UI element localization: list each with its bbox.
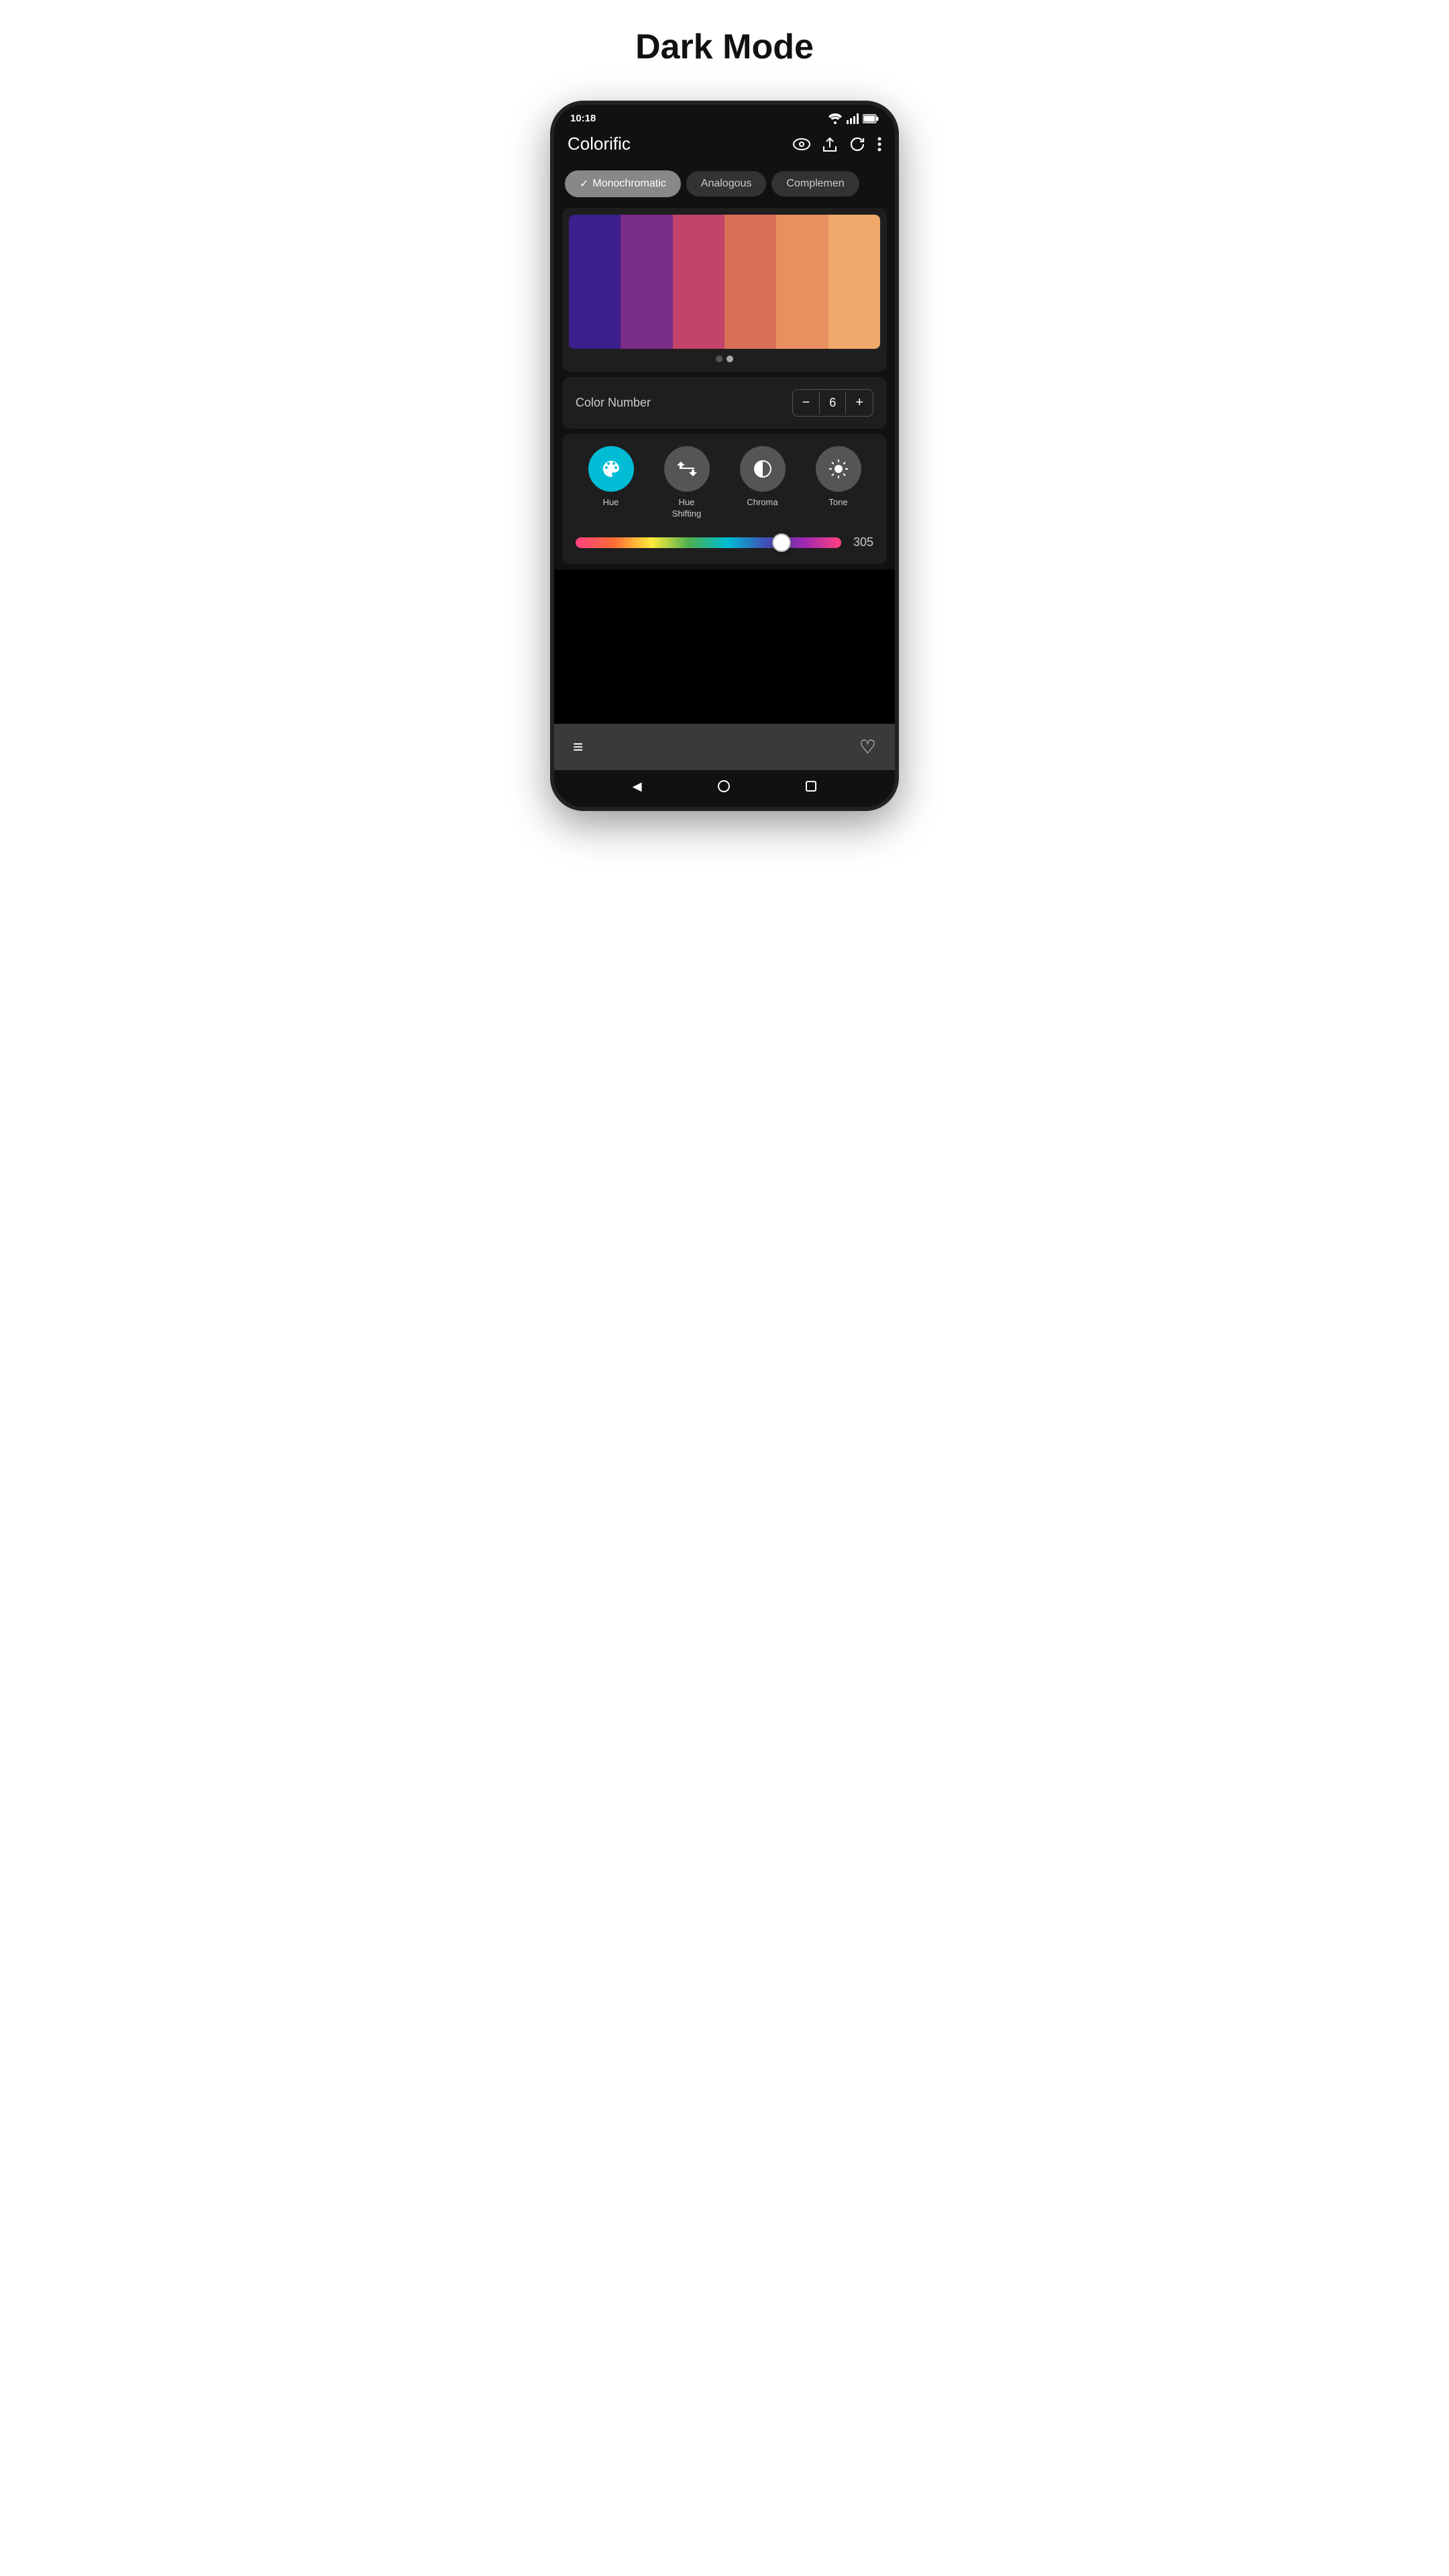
- status-bar: 10:18: [554, 105, 895, 127]
- tone-circle[interactable]: [816, 446, 861, 492]
- slider-value: 305: [849, 535, 873, 549]
- control-hue[interactable]: Hue: [588, 446, 634, 508]
- heart-icon[interactable]: ♡: [859, 736, 876, 758]
- arrows-icon: [677, 462, 697, 476]
- stepper-minus-btn[interactable]: −: [793, 390, 820, 416]
- swatch-6[interactable]: [828, 215, 880, 349]
- chroma-icon: [753, 459, 773, 479]
- chroma-circle[interactable]: [740, 446, 786, 492]
- controls-card: Hue Hue Shifting Chro: [562, 434, 887, 564]
- swatch-3[interactable]: [673, 215, 724, 349]
- palette-card: [562, 208, 887, 372]
- bottom-nav-bar: ≡ ♡: [554, 724, 895, 770]
- swatch-4[interactable]: [724, 215, 776, 349]
- battery-icon: [863, 114, 879, 123]
- refresh-icon[interactable]: [849, 136, 865, 152]
- phone-frame: 10:18 Colorific: [550, 101, 899, 811]
- eye-icon[interactable]: [793, 138, 810, 151]
- stepper-plus-btn[interactable]: +: [846, 390, 873, 416]
- page-title: Dark Mode: [635, 27, 814, 67]
- black-fill-area: [554, 570, 895, 724]
- app-bar: Colorific: [554, 127, 895, 165]
- control-chroma[interactable]: Chroma: [740, 446, 786, 508]
- color-number-label: Color Number: [576, 396, 651, 410]
- list-icon[interactable]: ≡: [573, 737, 583, 757]
- wifi-icon: [828, 113, 843, 124]
- signal-icon: [847, 113, 859, 124]
- hue-slider-thumb[interactable]: [772, 533, 791, 552]
- checkmark-icon: ✓: [580, 177, 588, 191]
- palette-icon: [600, 458, 622, 480]
- hue-label: Hue: [603, 497, 619, 508]
- app-bar-icons: [793, 136, 881, 153]
- control-tone[interactable]: Tone: [816, 446, 861, 508]
- more-icon[interactable]: [877, 136, 881, 152]
- control-hue-shifting[interactable]: Hue Shifting: [664, 446, 710, 520]
- tab-complementary[interactable]: Complemen: [771, 171, 859, 197]
- android-nav-bar: ◀: [554, 770, 895, 807]
- app-bar-title: Colorific: [568, 133, 631, 154]
- swatch-2[interactable]: [621, 215, 672, 349]
- slider-row: 305: [573, 533, 876, 552]
- color-number-stepper: − 6 +: [792, 389, 873, 417]
- hue-slider[interactable]: [576, 533, 841, 552]
- page-title-container: Dark Mode: [635, 27, 814, 101]
- nav-home-btn[interactable]: [718, 780, 730, 792]
- nav-back-btn[interactable]: ◀: [633, 780, 642, 794]
- hue-shifting-label: Hue Shifting: [672, 497, 701, 520]
- swatch-5[interactable]: [776, 215, 828, 349]
- tone-label: Tone: [828, 497, 847, 508]
- stepper-value: 6: [819, 392, 846, 414]
- status-icons: [828, 113, 879, 124]
- status-time: 10:18: [570, 113, 596, 124]
- control-buttons-row: Hue Hue Shifting Chro: [573, 446, 876, 520]
- tabs-row: ✓ Monochromatic Analogous Complemen: [554, 165, 895, 205]
- hue-slider-track: [576, 537, 841, 548]
- dot-2[interactable]: [727, 356, 733, 362]
- color-number-card: Color Number − 6 +: [562, 377, 887, 429]
- tab-analogous[interactable]: Analogous: [686, 171, 767, 197]
- chroma-label: Chroma: [747, 497, 777, 508]
- hue-shifting-circle[interactable]: [664, 446, 710, 492]
- dot-1[interactable]: [716, 356, 722, 362]
- share-icon[interactable]: [822, 136, 837, 153]
- nav-recents-btn[interactable]: [806, 781, 816, 792]
- pagination-dots: [569, 349, 880, 365]
- tone-icon: [828, 459, 849, 479]
- tab-monochromatic[interactable]: ✓ Monochromatic: [565, 170, 681, 197]
- swatch-1[interactable]: [569, 215, 621, 349]
- color-swatches[interactable]: [569, 215, 880, 349]
- hue-circle[interactable]: [588, 446, 634, 492]
